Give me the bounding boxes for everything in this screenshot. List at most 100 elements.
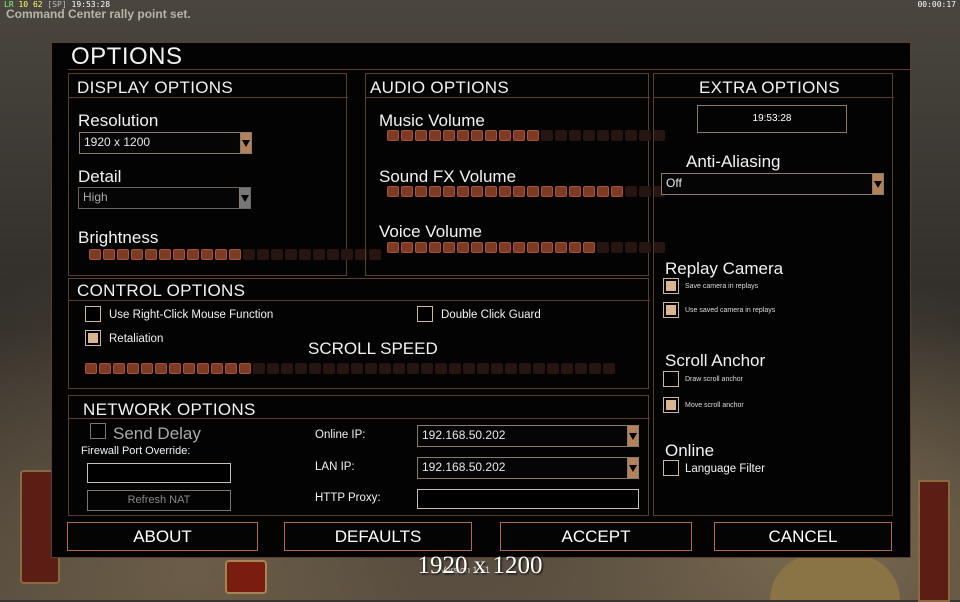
slider-segment[interactable] (173, 249, 185, 260)
brightness-slider[interactable] (89, 249, 381, 260)
cancel-button[interactable]: CANCEL (714, 522, 892, 551)
slider-segment[interactable] (99, 363, 111, 374)
slider-segment[interactable] (429, 186, 441, 197)
slider-segment[interactable] (513, 242, 525, 253)
send-delay-checkbox[interactable] (90, 423, 106, 439)
slider-segment[interactable] (471, 242, 483, 253)
slider-segment[interactable] (401, 242, 413, 253)
slider-segment[interactable] (271, 249, 283, 260)
slider-segment[interactable] (117, 249, 129, 260)
slider-segment[interactable] (89, 249, 101, 260)
slider-segment[interactable] (267, 363, 279, 374)
slider-segment[interactable] (575, 363, 587, 374)
draw-scroll-anchor-checkbox[interactable] (663, 371, 679, 387)
slider-segment[interactable] (569, 130, 581, 141)
slider-segment[interactable] (603, 363, 615, 374)
chevron-down-icon[interactable] (240, 133, 251, 153)
slider-segment[interactable] (625, 186, 637, 197)
right-click-checkbox[interactable] (85, 306, 101, 322)
slider-segment[interactable] (449, 363, 461, 374)
slider-segment[interactable] (611, 186, 623, 197)
slider-segment[interactable] (281, 363, 293, 374)
slider-segment[interactable] (387, 186, 399, 197)
voice-volume-slider[interactable] (387, 242, 665, 253)
slider-segment[interactable] (187, 249, 199, 260)
slider-segment[interactable] (583, 130, 595, 141)
slider-segment[interactable] (505, 363, 517, 374)
slider-segment[interactable] (85, 363, 97, 374)
slider-segment[interactable] (569, 186, 581, 197)
slider-segment[interactable] (541, 242, 553, 253)
slider-segment[interactable] (527, 130, 539, 141)
slider-segment[interactable] (611, 242, 623, 253)
slider-segment[interactable] (513, 186, 525, 197)
slider-segment[interactable] (463, 363, 475, 374)
slider-segment[interactable] (159, 249, 171, 260)
slider-segment[interactable] (429, 242, 441, 253)
slider-segment[interactable] (215, 249, 227, 260)
slider-segment[interactable] (471, 130, 483, 141)
slider-segment[interactable] (415, 130, 427, 141)
slider-segment[interactable] (127, 363, 139, 374)
slider-segment[interactable] (197, 363, 209, 374)
slider-segment[interactable] (387, 242, 399, 253)
slider-segment[interactable] (477, 363, 489, 374)
slider-segment[interactable] (639, 130, 651, 141)
slider-segment[interactable] (393, 363, 405, 374)
about-button[interactable]: ABOUT (67, 522, 258, 551)
slider-segment[interactable] (597, 242, 609, 253)
slider-segment[interactable] (323, 363, 335, 374)
slider-segment[interactable] (243, 249, 255, 260)
anti-aliasing-dropdown[interactable]: Off (661, 173, 884, 195)
slider-segment[interactable] (583, 242, 595, 253)
slider-segment[interactable] (485, 186, 497, 197)
slider-segment[interactable] (421, 363, 433, 374)
slider-segment[interactable] (541, 130, 553, 141)
slider-segment[interactable] (415, 242, 427, 253)
slider-segment[interactable] (569, 242, 581, 253)
slider-segment[interactable] (491, 363, 503, 374)
lan-ip-dropdown[interactable]: 192.168.50.202 (417, 457, 639, 479)
move-scroll-anchor-checkbox[interactable] (663, 397, 679, 413)
chevron-down-icon[interactable] (627, 426, 638, 446)
slider-segment[interactable] (131, 249, 143, 260)
slider-segment[interactable] (443, 242, 455, 253)
slider-segment[interactable] (435, 363, 447, 374)
slider-segment[interactable] (407, 363, 419, 374)
online-ip-dropdown[interactable]: 192.168.50.202 (417, 425, 639, 447)
slider-segment[interactable] (541, 186, 553, 197)
slider-segment[interactable] (533, 363, 545, 374)
slider-segment[interactable] (113, 363, 125, 374)
slider-segment[interactable] (597, 130, 609, 141)
slider-segment[interactable] (429, 130, 441, 141)
slider-segment[interactable] (639, 186, 651, 197)
slider-segment[interactable] (327, 249, 339, 260)
chevron-down-icon[interactable] (872, 174, 883, 194)
double-click-guard-checkbox[interactable] (417, 306, 433, 322)
sfx-volume-slider[interactable] (387, 186, 665, 197)
slider-segment[interactable] (257, 249, 269, 260)
slider-segment[interactable] (141, 363, 153, 374)
slider-segment[interactable] (229, 249, 241, 260)
chevron-down-icon[interactable] (627, 458, 638, 478)
slider-segment[interactable] (239, 363, 251, 374)
slider-segment[interactable] (103, 249, 115, 260)
slider-segment[interactable] (555, 242, 567, 253)
slider-segment[interactable] (295, 363, 307, 374)
slider-segment[interactable] (527, 186, 539, 197)
chevron-down-icon[interactable] (239, 188, 250, 208)
slider-segment[interactable] (415, 186, 427, 197)
slider-segment[interactable] (387, 130, 399, 141)
slider-segment[interactable] (211, 363, 223, 374)
slider-segment[interactable] (457, 242, 469, 253)
slider-segment[interactable] (201, 249, 213, 260)
slider-segment[interactable] (485, 130, 497, 141)
slider-segment[interactable] (457, 130, 469, 141)
slider-segment[interactable] (225, 363, 237, 374)
slider-segment[interactable] (313, 249, 325, 260)
slider-segment[interactable] (519, 363, 531, 374)
slider-segment[interactable] (365, 363, 377, 374)
slider-segment[interactable] (471, 186, 483, 197)
slider-segment[interactable] (309, 363, 321, 374)
slider-segment[interactable] (499, 130, 511, 141)
